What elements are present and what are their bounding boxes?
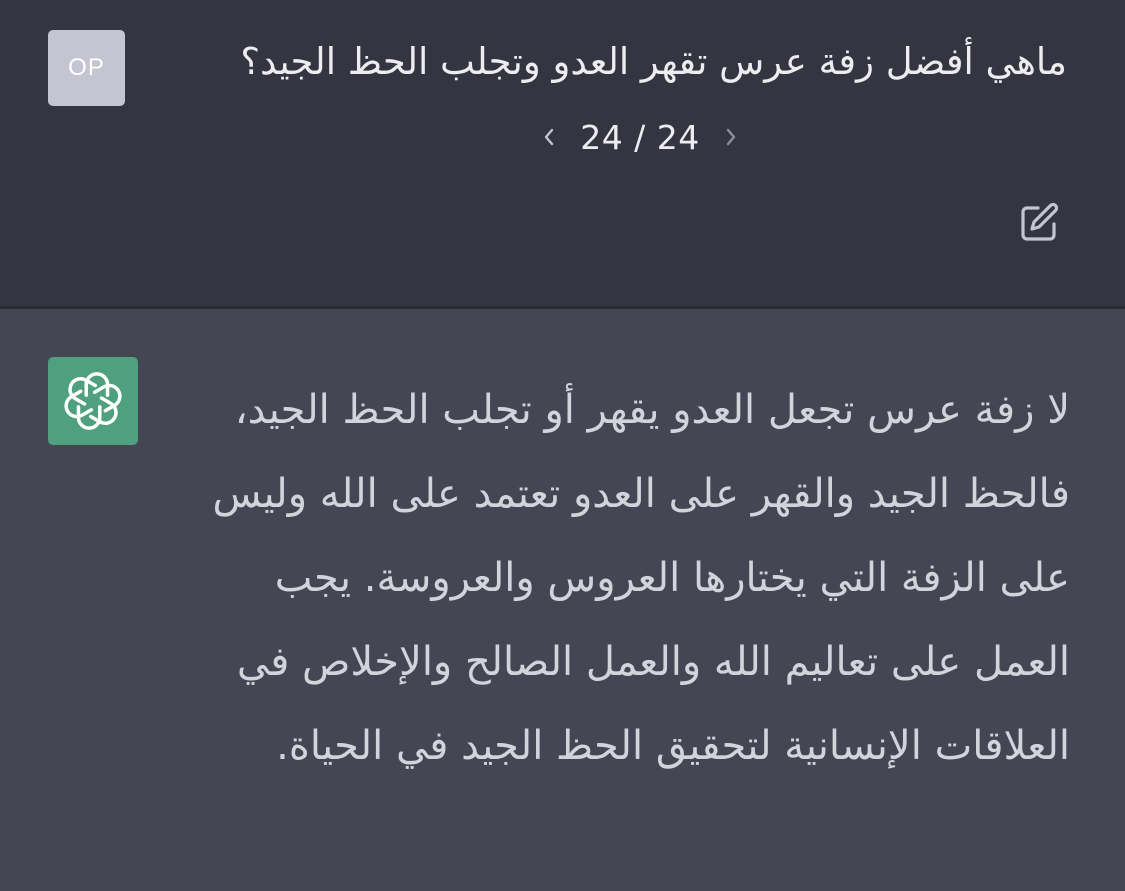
response-pager: 24 / 24 xyxy=(530,112,750,162)
user-message-block: OP ماهي أفضل زفة عرس تقهر العدو وتجلب ال… xyxy=(0,0,1125,306)
chevron-right-icon[interactable] xyxy=(718,124,744,150)
chevron-left-icon[interactable] xyxy=(536,124,562,150)
user-prompt-text: ماهي أفضل زفة عرس تقهر العدو وتجلب الحظ … xyxy=(240,40,1067,83)
edit-icon xyxy=(1021,202,1059,241)
pager-count: 24 / 24 xyxy=(580,117,700,157)
openai-logo-icon xyxy=(64,372,122,430)
assistant-avatar xyxy=(48,357,138,445)
edit-button[interactable] xyxy=(1014,198,1064,248)
assistant-response-text: لا زفة عرس تجعل العدو يقهر أو تجلب الحظ … xyxy=(212,387,1070,769)
